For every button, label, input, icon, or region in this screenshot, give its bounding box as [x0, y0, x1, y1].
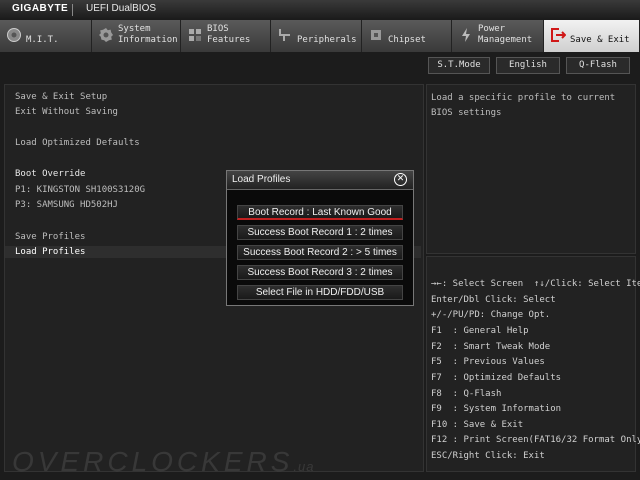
- bios-features-icon: [189, 29, 201, 41]
- mit-icon: [7, 28, 21, 42]
- help-line: ESC/Right Click: Exit: [431, 451, 545, 461]
- profile-option-record-2[interactable]: Success Boot Record 2 : > 5 times: [237, 245, 403, 260]
- system-info-icon: [99, 28, 113, 42]
- menu-item-exit-without-saving[interactable]: Exit Without Saving: [15, 106, 118, 118]
- st-mode-button[interactable]: S.T.Mode: [428, 57, 490, 74]
- menu-item-boot-p1[interactable]: P1: KINGSTON SH100S3120G: [15, 184, 145, 196]
- help-line: +/-/PU/PD: Change Opt.: [431, 310, 551, 320]
- menu-item-save-exit-setup[interactable]: Save & Exit Setup: [15, 91, 107, 103]
- language-button[interactable]: English: [496, 57, 560, 74]
- power-icon: [462, 28, 470, 42]
- tab-system-information[interactable]: System Information: [92, 20, 181, 52]
- profile-option-select-file[interactable]: Select File in HDD/FDD/USB: [237, 285, 403, 300]
- tab-power-management[interactable]: Power Management: [452, 20, 544, 52]
- load-profiles-dialog: Load Profiles ✕ Boot Record : Last Known…: [226, 170, 414, 306]
- tab-chipset[interactable]: Chipset: [362, 20, 452, 52]
- menu-item-save-profiles[interactable]: Save Profiles: [15, 231, 85, 243]
- exit-icon: [551, 28, 566, 42]
- close-icon[interactable]: ✕: [394, 173, 407, 186]
- qflash-button[interactable]: Q-Flash: [566, 57, 630, 74]
- app-title: UEFI DualBIOS: [86, 3, 157, 14]
- help-line: F12 : Print Screen(FAT16/32 Format Only): [431, 435, 640, 445]
- tab-label: Power Management: [478, 24, 533, 45]
- tab-label: Chipset: [388, 35, 426, 45]
- dialog-title-bar: Load Profiles ✕: [227, 171, 413, 190]
- gigabyte-logo: GIGABYTE: [12, 3, 69, 14]
- item-description: Load a specific profile to current BIOS …: [431, 93, 616, 118]
- help-line: F1 : General Help: [431, 326, 529, 336]
- title-bar: GIGABYTE UEFI DualBIOS: [0, 0, 640, 21]
- boot-override-heading: Boot Override: [15, 169, 86, 179]
- help-line: F2 : Smart Tweak Mode: [431, 342, 551, 352]
- sub-toolbar: S.T.Mode English Q-Flash: [0, 52, 640, 78]
- tab-mit[interactable]: M.I.T.: [0, 20, 92, 52]
- main-tabs: M.I.T. System Information BIOS Features …: [0, 20, 640, 52]
- tab-label: Peripherals: [297, 35, 357, 45]
- key-help-panel: →←: Select Screen ↑↓/Click: Select Item …: [426, 256, 640, 472]
- description-panel: Load a specific profile to current BIOS …: [426, 84, 636, 254]
- menu-item-load-optimized-defaults[interactable]: Load Optimized Defaults: [15, 137, 140, 149]
- title-divider: [72, 4, 73, 16]
- help-line: F8 : Q-Flash: [431, 389, 502, 399]
- help-line: →←: Select Screen ↑↓/Click: Select Item: [431, 279, 640, 289]
- profile-option-record-1[interactable]: Success Boot Record 1 : 2 times: [237, 225, 403, 240]
- tab-label: BIOS Features: [207, 24, 251, 45]
- tab-label: System Information: [118, 24, 178, 45]
- tab-peripherals[interactable]: Peripherals: [271, 20, 362, 52]
- help-line: Enter/Dbl Click: Select: [431, 295, 556, 305]
- tab-bios-features[interactable]: BIOS Features: [181, 20, 271, 52]
- tab-save-exit[interactable]: Save & Exit: [544, 20, 640, 52]
- peripherals-icon: [279, 29, 290, 41]
- help-line: F10 : Save & Exit: [431, 420, 524, 430]
- help-line: F5 : Previous Values: [431, 357, 545, 367]
- chipset-icon: [371, 30, 381, 40]
- tab-label: Save & Exit: [570, 35, 630, 45]
- profile-option-last-known-good[interactable]: Boot Record : Last Known Good: [237, 205, 403, 220]
- profile-option-record-3[interactable]: Success Boot Record 3 : 2 times: [237, 265, 403, 280]
- dialog-title: Load Profiles: [232, 174, 291, 185]
- help-line: F9 : System Information: [431, 404, 562, 414]
- tab-label: M.I.T.: [26, 35, 59, 45]
- menu-item-boot-p3[interactable]: P3: SAMSUNG HD502HJ: [15, 199, 118, 211]
- help-line: F7 : Optimized Defaults: [431, 373, 562, 383]
